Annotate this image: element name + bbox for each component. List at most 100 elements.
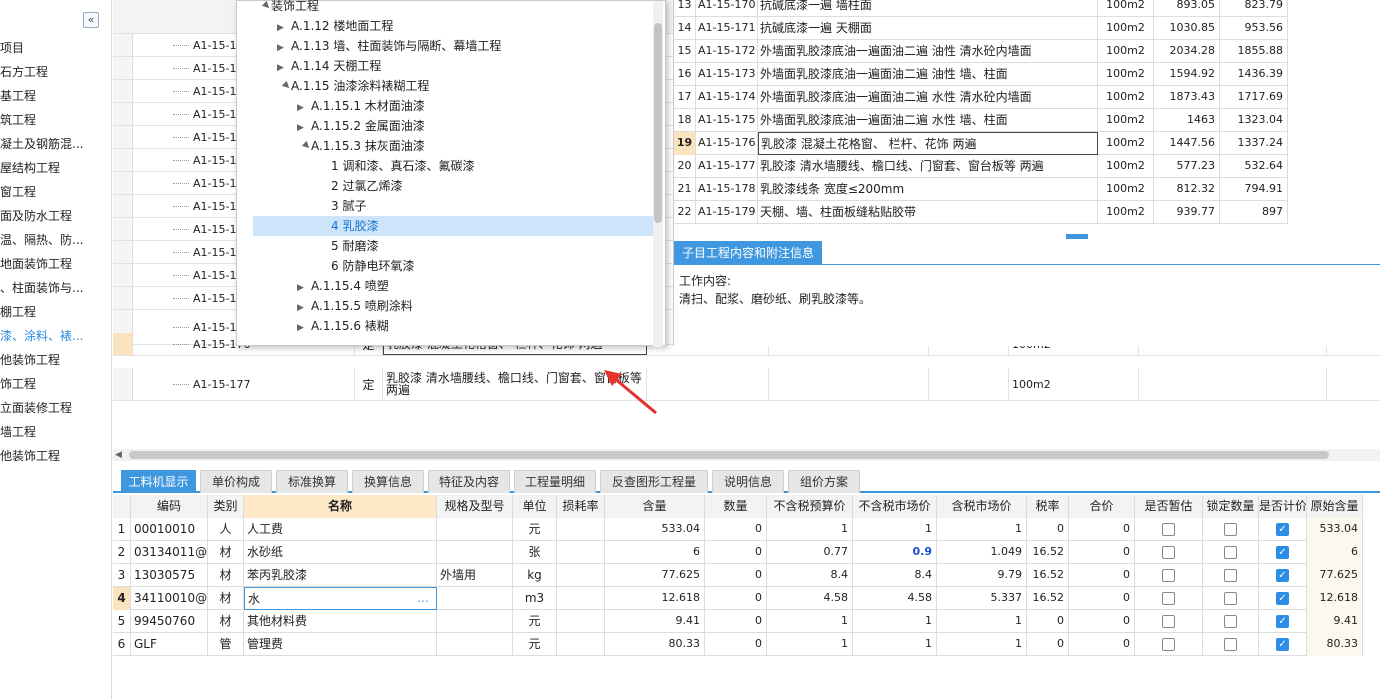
row-index-cell[interactable]: 19 (674, 132, 696, 155)
tree-item[interactable]: ▶ A.1.13 墙、柱面装饰与隔断、幕墙工程 (277, 36, 501, 56)
code-cell[interactable]: A1-15-177 (133, 368, 355, 400)
unit-cell[interactable]: 张 (513, 541, 557, 564)
taxmkt-cell[interactable]: 1.049 (937, 541, 1027, 564)
quota-code-cell[interactable]: A1-15-178 (696, 178, 758, 201)
quota-code-cell[interactable]: A1-15-172 (696, 40, 758, 63)
orig-cell[interactable]: 77.625 (1307, 564, 1363, 587)
total-cell[interactable]: 0 (1069, 564, 1135, 587)
quota-row[interactable]: 16 A1-15-173 外墙面乳胶漆底油一遍面油二遍 油性 墙、柱面 100m2 15… (674, 63, 1288, 86)
total-cell[interactable]: 0 (1069, 610, 1135, 633)
code-cell[interactable]: 34110010@2 (131, 587, 208, 610)
quota-price-cell[interactable]: 893.05 (1154, 0, 1220, 17)
tab-9[interactable]: 组价方案 (788, 470, 860, 493)
quota-code-cell[interactable]: A1-15-175 (696, 109, 758, 132)
checkbox-icon[interactable] (1224, 569, 1237, 582)
quota-unit-cell[interactable]: 100m2 (1098, 63, 1154, 86)
unit-cell[interactable]: kg (513, 564, 557, 587)
quota-unit-cell[interactable]: 100m2 (1098, 17, 1154, 40)
quota-name-cell[interactable]: 天棚、墙、柱面板缝粘贴胶带 (758, 201, 1098, 224)
unit-cell[interactable]: 元 (513, 610, 557, 633)
material-row[interactable]: 5 99450760 材其他材料费元 9.41 0 1 1 1 0 0 ✓ 9.41 (113, 610, 1363, 633)
expand-arrow-icon[interactable]: ▶ (277, 18, 291, 38)
column-header[interactable]: 名称 (244, 495, 437, 518)
qty-cell[interactable]: 0 (705, 633, 767, 656)
qty-cell[interactable]: 0 (705, 610, 767, 633)
taxmkt-cell[interactable]: 5.337 (937, 587, 1027, 610)
row-index-cell[interactable] (113, 57, 133, 79)
quota-row[interactable]: 15 A1-15-172 外墙面乳胶漆底油一遍面油二遍 油性 清水砼内墙面 100m2… (674, 40, 1288, 63)
price-checkbox-cell[interactable]: ✓ (1259, 518, 1307, 541)
taxmkt-cell[interactable]: 1 (937, 633, 1027, 656)
quota-unit-cell[interactable]: 100m2 (1098, 178, 1154, 201)
empty-cell[interactable] (929, 368, 1009, 400)
name-cell[interactable]: 苯丙乳胶漆 (244, 564, 437, 587)
scroll-left-icon[interactable]: ◀ (115, 450, 122, 460)
spec-cell[interactable] (437, 518, 513, 541)
sidebar-item[interactable]: 项目 (0, 37, 111, 59)
tree-item[interactable]: ▶ A.1.15.2 金属面油漆 (297, 116, 425, 136)
orig-cell[interactable]: 12.618 (1307, 587, 1363, 610)
tab-2[interactable]: 单价构成 (200, 470, 272, 493)
est-checkbox-cell[interactable] (1135, 610, 1203, 633)
quota-row[interactable]: 20 A1-15-177 乳胶漆 清水墙腰线、檐口线、门窗套、窗台板等 两遍 100m… (674, 155, 1288, 178)
tab-8[interactable]: 说明信息 (712, 470, 784, 493)
quota-price-cell[interactable]: 2034.28 (1154, 40, 1220, 63)
cat-cell[interactable]: 材 (208, 610, 244, 633)
row-index-cell[interactable]: 16 (674, 63, 696, 86)
lock-checkbox-cell[interactable] (1203, 610, 1259, 633)
pre-cell[interactable]: 1 (767, 633, 853, 656)
quota-price-cell[interactable]: 1337.24 (1220, 132, 1288, 155)
column-header[interactable]: 不含税市场价 (853, 495, 937, 518)
tree-item[interactable]: 4 乳胶漆 (253, 216, 653, 236)
checked-checkbox-icon[interactable]: ✓ (1276, 546, 1289, 559)
tree-item[interactable]: 5 耐磨漆 (317, 236, 378, 256)
quota-price-cell[interactable]: 953.56 (1220, 17, 1288, 40)
content-cell[interactable]: 533.04 (605, 518, 705, 541)
price-checkbox-cell[interactable]: ✓ (1259, 587, 1307, 610)
est-checkbox-cell[interactable] (1135, 518, 1203, 541)
taxmkt-cell[interactable]: 1 (937, 610, 1027, 633)
tab-1[interactable]: 工料机显示 (121, 470, 196, 493)
tree-item[interactable]: ▶ A.1.15.4 喷塑 (297, 276, 389, 296)
mkt-cell[interactable]: 4.58 (853, 587, 937, 610)
idx-cell[interactable]: 5 (113, 610, 131, 633)
quota-unit-cell[interactable]: 100m2 (1098, 86, 1154, 109)
column-header[interactable]: 数量 (705, 495, 767, 518)
quota-price-cell[interactable]: 1873.43 (1154, 86, 1220, 109)
loss-cell[interactable] (557, 587, 605, 610)
row-index-cell[interactable] (113, 218, 133, 240)
checkbox-icon[interactable] (1162, 638, 1175, 651)
column-header[interactable]: 不含税预算价 (767, 495, 853, 518)
column-header[interactable]: 规格及型号 (437, 495, 513, 518)
quota-unit-cell[interactable]: 100m2 (1098, 0, 1154, 17)
pre-cell[interactable]: 4.58 (767, 587, 853, 610)
horizontal-scrollbar[interactable]: ◀ (113, 449, 1380, 461)
tree-item[interactable]: ▲A.1.15.3 抹灰面油漆 (297, 136, 425, 156)
lock-checkbox-cell[interactable] (1203, 633, 1259, 656)
qty-cell[interactable]: 0 (705, 541, 767, 564)
sidebar-item[interactable]: 立面装修工程 (0, 397, 111, 419)
cat-cell[interactable]: 材 (208, 541, 244, 564)
row-index-cell[interactable]: 20 (674, 155, 696, 178)
est-checkbox-cell[interactable] (1135, 587, 1203, 610)
quota-name-cell[interactable]: 外墙面乳胶漆底油一遍面油二遍 油性 墙、柱面 (758, 63, 1098, 86)
quota-price-cell[interactable]: 1323.04 (1220, 109, 1288, 132)
total-cell[interactable]: 0 (1069, 518, 1135, 541)
quota-code-cell[interactable]: A1-15-176 (696, 132, 758, 155)
sidebar-item[interactable]: 、柱面装饰与... (0, 277, 111, 299)
sidebar-item[interactable]: 温、隔热、防... (0, 229, 111, 251)
tree-item[interactable]: 1 调和漆、真石漆、氟碳漆 (317, 156, 474, 176)
quota-name-cell[interactable]: 外墙面乳胶漆底油一遍面油二遍 油性 清水砼内墙面 (758, 40, 1098, 63)
quota-code-cell[interactable]: A1-15-174 (696, 86, 758, 109)
checkbox-icon[interactable] (1224, 523, 1237, 536)
orig-cell[interactable]: 6 (1307, 541, 1363, 564)
checked-checkbox-icon[interactable]: ✓ (1276, 523, 1289, 536)
code-cell[interactable]: 00010010 (131, 518, 208, 541)
row-index-cell[interactable] (113, 368, 133, 400)
sidebar-item[interactable]: 漆、涂料、裱... (0, 325, 111, 347)
quota-code-cell[interactable]: A1-15-171 (696, 17, 758, 40)
cat-cell[interactable]: 材 (208, 587, 244, 610)
qty-cell[interactable]: 0 (705, 518, 767, 541)
idx-cell[interactable]: 2 (113, 541, 131, 564)
tax-cell[interactable]: 0 (1027, 518, 1069, 541)
